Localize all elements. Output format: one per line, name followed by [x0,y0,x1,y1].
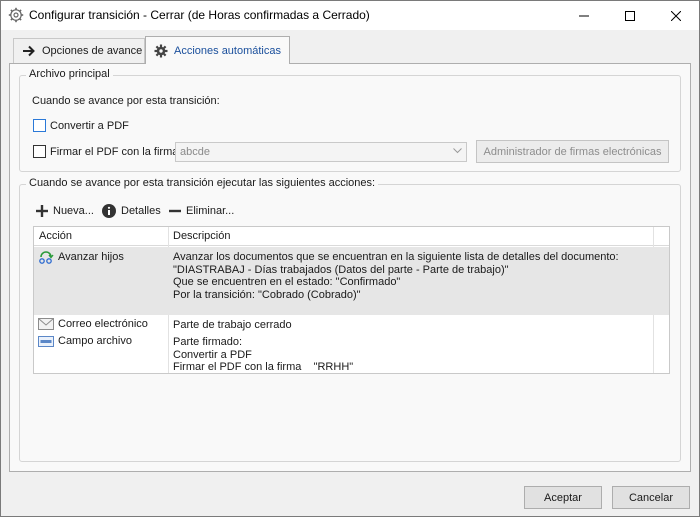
cancel-label: Cancelar [628,491,674,504]
row-description-cell: Parte de trabajo cerrado [173,319,292,332]
convert-pdf-label[interactable]: Convertir a PDF [50,120,129,132]
description-line: Parte firmado: [173,336,243,348]
tab-label: Acciones automáticas [174,44,281,57]
plus-icon [36,205,48,217]
row-description-cell: Avanzar los documentos que se encuentran… [173,251,619,301]
delete-action-label: Eliminar... [186,205,235,217]
tab-acciones-automaticas[interactable]: Acciones automáticas [145,36,290,64]
info-icon [102,204,116,218]
group-legend: Archivo principal [26,68,113,80]
cancel-button[interactable]: Cancelar [612,486,690,509]
signature-select-value: abcde [180,146,210,158]
minus-icon [169,209,181,213]
maximize-button[interactable] [607,1,653,30]
delete-action-button[interactable]: Eliminar... [169,205,234,217]
tab-opciones-de-avance[interactable]: Opciones de avance [13,38,145,63]
minimize-icon [579,15,589,16]
advance-children-icon [39,251,54,264]
tab-panel: Archivo principal Cuando se avance por e… [9,63,691,472]
new-action-button[interactable]: Nueva... [36,205,94,217]
group-legend: Cuando se avance por esta transición eje… [26,177,379,189]
description-line: Por la transición: "Cobrado (Cobrado)" [173,288,361,301]
description-line: Firmar el PDF con la firma "RRHH" [173,361,354,373]
file-field-icon [38,335,54,347]
gear-outline-icon [8,7,24,23]
maximize-icon [625,10,635,21]
details-button[interactable]: Detalles [102,204,161,218]
close-button[interactable] [653,1,699,30]
tab-label: Opciones de avance [42,45,143,57]
actions-group: Cuando se avance por esta transición eje… [19,177,681,462]
table-header: Acción Descripción [34,227,669,246]
close-icon [671,10,681,21]
row-action-cell: Avanzar hijos [38,250,124,264]
row-action-cell: Correo electrónico [38,318,148,330]
envelope-icon [38,318,54,330]
title-bar[interactable]: Configurar transición - Cerrar (de Horas… [1,1,699,30]
description-line: Avanzar los documentos que se encuentran… [173,251,619,263]
convert-pdf-checkbox[interactable] [33,119,46,132]
signature-manager-label: Administrador de firmas electrónicas [483,145,662,158]
sign-pdf-checkbox[interactable] [33,145,46,158]
description-line: Parte de trabajo cerrado [173,319,292,331]
transition-heading: Cuando se avance por esta transición: [32,95,220,107]
accept-button[interactable]: Aceptar [524,486,602,509]
description-line: Convertir a PDF [173,348,252,361]
gear-icon [154,44,168,57]
column-header-action[interactable]: Acción [39,230,72,242]
signature-manager-button[interactable]: Administrador de firmas electrónicas [476,140,669,163]
signature-select[interactable]: abcde [175,142,467,162]
row-action-cell: Campo archivo [38,335,132,347]
row-action-label: Correo electrónico [58,318,148,330]
table-row[interactable]: Avanzar hijos Avanzar los documentos que… [34,247,669,315]
window-title: Configurar transición - Cerrar (de Horas… [29,8,370,22]
chevron-down-icon [453,148,462,154]
dialog-window: Configurar transición - Cerrar (de Horas… [0,0,700,517]
row-action-label: Campo archivo [58,335,132,347]
description-line: "DIASTRABAJ - Días trabajados (Datos del… [173,263,509,276]
minimize-button[interactable] [561,1,607,30]
accept-label: Aceptar [544,491,582,504]
column-header-description[interactable]: Descripción [173,230,230,242]
table-row[interactable]: Campo archivo Parte firmado: Convertir a… [34,332,669,373]
new-action-label: Nueva... [53,205,94,217]
arrow-right-icon [23,45,35,57]
row-description-cell: Parte firmado: Convertir a PDF Firmar el… [173,336,354,373]
main-file-group: Archivo principal Cuando se avance por e… [19,68,681,172]
actions-table[interactable]: Acción Descripción Avanzar hijos Avanzar… [33,226,670,374]
table-row[interactable]: Correo electrónico Parte de trabajo cerr… [34,315,669,332]
description-line: Que se encuentren en el estado: "Confirm… [173,276,401,288]
row-action-label: Avanzar hijos [58,251,124,263]
sign-pdf-label[interactable]: Firmar el PDF con la firma [50,146,178,158]
details-label: Detalles [121,205,161,217]
